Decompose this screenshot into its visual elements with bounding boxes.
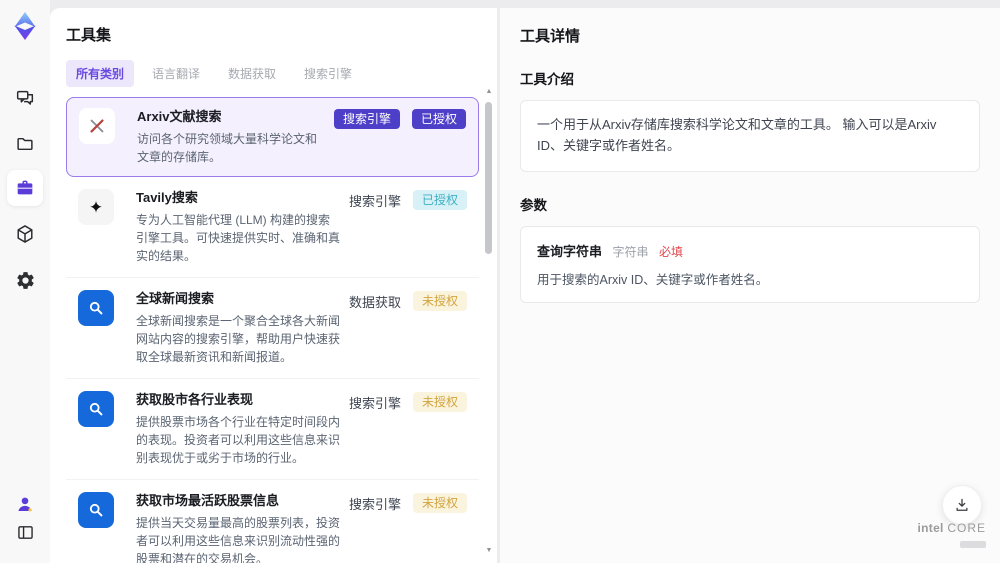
tool-text-block: 全球新闻搜索 全球新闻搜索是一个聚合全球各大新闻网站内容的搜索引擎，帮助用户快速… [136, 290, 341, 366]
sidebar-item-panel-toggle[interactable] [7, 514, 43, 550]
search-blue-icon [78, 492, 114, 528]
params-heading: 参数 [520, 197, 547, 213]
app-window: 工具集 所有类别 语言翻译 数据获取 搜索引擎 Arxiv文献搜索 访问各个研究… [0, 0, 1000, 563]
tool-name: Tavily搜索 [136, 190, 198, 205]
search-blue-icon [78, 290, 114, 326]
tools-list-panel: 工具集 所有类别 语言翻译 数据获取 搜索引擎 Arxiv文献搜索 访问各个研究… [50, 8, 497, 563]
brand-sub-badge [960, 541, 986, 548]
category-badge: 搜索引擎 [333, 109, 400, 130]
sidebar-item-files[interactable] [7, 126, 43, 162]
tool-list-item-selected[interactable]: Arxiv文献搜索 访问各个研究领域大量科学论文和文章的存储库。 搜索引擎 已授… [66, 97, 479, 177]
auth-status-badge: 已授权 [412, 190, 467, 211]
user-avatar-icon [18, 497, 32, 512]
category-label: 搜索引擎 [348, 395, 401, 411]
scroll-down-arrow-icon[interactable]: ▼ [483, 547, 495, 555]
scrollbar-thumb[interactable] [485, 102, 492, 254]
category-label: 搜索引擎 [348, 496, 401, 512]
tool-tags: 搜索引擎 已授权 [333, 108, 466, 130]
category-tabs: 所有类别 语言翻译 数据获取 搜索引擎 [66, 60, 479, 87]
intro-heading: 工具介绍 [520, 72, 574, 87]
auth-status-badge: 已授权 [411, 109, 466, 130]
chat-icon [16, 90, 34, 105]
tool-details-panel: 工具详情 工具介绍 一个用于从Arxiv存储库搜索科学论文和文章的工具。 输入可… [500, 8, 1000, 563]
tab-all-categories[interactable]: 所有类别 [66, 60, 135, 87]
tool-description: 访问各个研究领域大量科学论文和文章的存储库。 [137, 132, 318, 164]
param-description: 用于搜索的Arxiv ID、关键字或作者姓名。 [537, 272, 769, 287]
arxiv-x-icon [79, 108, 115, 144]
tool-name: 全球新闻搜索 [136, 291, 215, 306]
tab-search-engine[interactable]: 搜索引擎 [294, 60, 362, 87]
tool-text-block: Tavily搜索 专为人工智能代理 (LLM) 构建的搜索引擎工具。可快速提供实… [136, 189, 341, 265]
tool-description: 提供当天交易量最高的股票列表，投资者可以利用这些信息来识别流动性强的股票和潜在的… [136, 516, 341, 563]
app-logo [7, 8, 43, 44]
download-icon [956, 498, 968, 511]
tool-tags: 搜索引擎 未授权 [348, 391, 467, 413]
category-label: 搜索引擎 [348, 193, 401, 209]
param-name: 查询字符串 [537, 243, 603, 259]
tool-text-block: 获取市场最活跃股票信息 提供当天交易量最高的股票列表，投资者可以利用这些信息来识… [136, 492, 341, 563]
logo-gem-icon [14, 12, 36, 40]
sparkle-glyph: ✦ [88, 197, 104, 217]
tool-text-block: 获取股市各行业表现 提供股票市场各个行业在特定时间段内的表现。投资者可以利用这些… [136, 391, 341, 467]
scroll-up-arrow-icon[interactable]: ▲ [483, 88, 495, 96]
sidebar-item-chat[interactable] [7, 80, 43, 116]
sidebar-rail [0, 0, 50, 563]
download-button[interactable] [942, 485, 982, 525]
auth-status-badge: 未授权 [412, 493, 467, 514]
category-label: 数据获取 [348, 294, 401, 310]
tool-name: 获取市场最活跃股票信息 [136, 493, 280, 508]
sparkle-icon: ✦ [78, 189, 114, 225]
tool-list-item[interactable]: 获取股市各行业表现 提供股票市场各个行业在特定时间段内的表现。投资者可以利用这些… [66, 379, 479, 480]
tool-list-item[interactable]: 全球新闻搜索 全球新闻搜索是一个聚合全球各大新闻网站内容的搜索引擎，帮助用户快速… [66, 278, 479, 379]
tab-data-fetch[interactable]: 数据获取 [218, 60, 286, 87]
tool-description: 提供股票市场各个行业在特定时间段内的表现。投资者可以利用这些信息来识别表现优于或… [136, 415, 341, 465]
list-scrollbar[interactable]: ▲ ▼ [483, 88, 495, 555]
tool-name: Arxiv文献搜索 [137, 109, 222, 124]
folder-icon [17, 137, 33, 151]
tool-list-item[interactable]: 获取市场最活跃股票信息 提供当天交易量最高的股票列表，投资者可以利用这些信息来识… [66, 480, 479, 563]
tool-name: 获取股市各行业表现 [136, 392, 254, 407]
gear-icon [16, 271, 34, 289]
tool-tags: 搜索引擎 已授权 [348, 189, 467, 211]
sidebar-item-tools[interactable] [7, 170, 43, 206]
param-required-flag: 必填 [658, 244, 683, 259]
auth-status-badge: 未授权 [412, 392, 467, 413]
details-title: 工具详情 [520, 28, 581, 45]
package-icon [17, 225, 33, 243]
tool-list-item[interactable]: ✦ Tavily搜索 专为人工智能代理 (LLM) 构建的搜索引擎工具。可快速提… [66, 177, 479, 278]
auth-status-badge: 未授权 [412, 291, 467, 312]
tool-tags: 搜索引擎 未授权 [348, 492, 467, 514]
brand-intel-text: intel [917, 521, 944, 535]
toolbox-icon [17, 180, 33, 195]
page-title: 工具集 [66, 27, 112, 44]
tool-tags: 数据获取 未授权 [348, 290, 467, 312]
param-header-line: 查询字符串 字符串 必填 [537, 241, 963, 261]
tool-description: 全球新闻搜索是一个聚合全球各大新闻网站内容的搜索引擎，帮助用户快速获取全球最新资… [136, 314, 341, 364]
tool-text-block: Arxiv文献搜索 访问各个研究领域大量科学论文和文章的存储库。 [137, 108, 326, 166]
param-box: 查询字符串 字符串 必填 用于搜索的Arxiv ID、关键字或作者姓名。 [520, 225, 980, 303]
sidebar-item-settings[interactable] [7, 262, 43, 298]
panel-toggle-icon [17, 525, 33, 539]
intro-box: 一个用于从Arxiv存储库搜索科学论文和文章的工具。 输入可以是Arxiv ID… [520, 100, 980, 172]
param-type: 字符串 [612, 244, 649, 259]
search-blue-icon [78, 391, 114, 427]
sidebar-item-packages[interactable] [7, 216, 43, 252]
tab-language-translation[interactable]: 语言翻译 [142, 60, 210, 87]
intro-text: 一个用于从Arxiv存储库搜索科学论文和文章的工具。 输入可以是Arxiv ID… [537, 117, 937, 153]
tool-description: 专为人工智能代理 (LLM) 构建的搜索引擎工具。可快速提供实时、准确和真实的结… [136, 213, 341, 263]
intel-core-logo: intel core [918, 521, 986, 553]
brand-core-text: core [947, 521, 986, 535]
